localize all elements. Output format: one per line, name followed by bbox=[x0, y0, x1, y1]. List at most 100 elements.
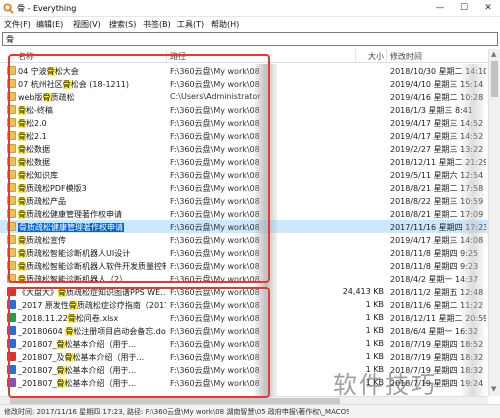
word-file-icon bbox=[7, 326, 16, 335]
list-item[interactable]: 04 宁波骨松大会 F:\360云盘\My work\08 2018/10/30 星… bbox=[0, 64, 488, 77]
maximize-button[interactable]: ☐ bbox=[452, 0, 476, 17]
status-text: 修改时间: 2017/11/16 星期四 17:23, 路径: F:\360云盘… bbox=[4, 408, 349, 416]
list-item[interactable]: 骨松-终稿 F:\360云盘\My work\08 2018/1/3 星期三 8:4… bbox=[0, 103, 488, 116]
search-match-highlight: 骨 bbox=[18, 275, 26, 284]
list-item[interactable]: 骨松2.1 F:\360云盘\My work\08 2019/4/17 星期三 14… bbox=[0, 129, 488, 142]
file-name: _201807_骨松基本介绍（用于... bbox=[18, 379, 137, 388]
list-item[interactable]: 《大盘大》骨质疏松症知识图谱PPS WE... F:\360云盘\My work\… bbox=[0, 285, 488, 298]
folder-icon bbox=[7, 248, 16, 257]
file-name: _20180604 骨松注册项目启动会备忘.docx bbox=[18, 327, 166, 336]
search-match-highlight: 骨 bbox=[18, 145, 26, 154]
privacy-blur bbox=[462, 64, 484, 396]
list-item[interactable]: _20180604 骨松注册项目启动会备忘.docx F:\360云盘\My wo… bbox=[0, 324, 488, 337]
close-button[interactable]: ✕ bbox=[476, 0, 500, 17]
folder-icon bbox=[7, 157, 16, 166]
list-item[interactable]: 骨松2.0 F:\360云盘\My work\08 2019/4/17 星期三 14… bbox=[0, 116, 488, 129]
search-match-highlight: 骨 bbox=[18, 106, 26, 115]
search-match-highlight: 骨 bbox=[56, 340, 65, 349]
menu-edit[interactable]: 编辑(E) bbox=[36, 19, 63, 30]
search-box[interactable]: 骨 bbox=[2, 32, 498, 46]
file-name: _2018.11.22骨松问卷.xlsx bbox=[18, 314, 119, 323]
menu-file[interactable]: 文件(F) bbox=[4, 19, 31, 30]
list-item[interactable]: _201807_及骨松基本介绍（用于... F:\360云盘\My work\08… bbox=[0, 350, 488, 363]
folder-icon bbox=[7, 66, 16, 75]
menu-tools[interactable]: 工具(T) bbox=[177, 19, 204, 30]
search-match-highlight: 骨 bbox=[64, 353, 73, 362]
menu-bookmarks[interactable]: 书签(B) bbox=[143, 19, 171, 30]
window-title: 骨 - Everything bbox=[17, 4, 77, 13]
menu-view[interactable]: 视图(V) bbox=[73, 19, 101, 30]
search-match-highlight: 骨 bbox=[18, 158, 26, 167]
column-date-modified[interactable]: 修改时间 bbox=[390, 51, 422, 62]
search-match-highlight: 骨 bbox=[18, 184, 26, 193]
archive-file-icon bbox=[7, 378, 16, 387]
list-item[interactable]: _201807_骨松基本介绍（用于... F:\360云盘\My work\08 1… bbox=[0, 337, 488, 350]
search-match-highlight: 骨 bbox=[18, 236, 26, 245]
folder-icon bbox=[7, 274, 16, 283]
file-name: 骨质疏松PDF模版3 bbox=[18, 184, 87, 193]
list-item[interactable]: 骨松数据 F:\360云盘\My work\08 2019/2/27 星期三 13:… bbox=[0, 142, 488, 155]
list-item-selected[interactable]: 骨质疏松健康管理著作权申请 F:\360云盘\My work\08 2017/11/… bbox=[0, 220, 488, 233]
column-size[interactable]: 大小 bbox=[368, 51, 384, 62]
search-match-highlight: 骨 bbox=[67, 314, 76, 323]
list-item[interactable]: 骨质疏松PDF模版3 F:\360云盘\My work\08 2018/8/21 星… bbox=[0, 181, 488, 194]
file-name: web版骨质疏松 bbox=[18, 93, 75, 102]
list-item[interactable]: _2018.11.22骨松问卷.xlsx F:\360云盘\My work\08 1… bbox=[0, 311, 488, 324]
status-bar: 修改时间: 2017/11/16 星期四 17:23, 路径: F:\360云盘… bbox=[0, 404, 500, 418]
folder-icon bbox=[7, 92, 16, 101]
list-item[interactable]: _2017 原发性骨质疏松症诊疗指南（2017...F:\360云盘\My wo… bbox=[0, 298, 488, 311]
column-divider[interactable] bbox=[386, 49, 387, 62]
word-file-icon bbox=[7, 339, 16, 348]
file-name: 骨质疏松产品 bbox=[18, 197, 66, 206]
list-item[interactable]: 骨质疏松智能诊断机器人（2） F:\360云盘\My work\08 2018/4/… bbox=[0, 272, 488, 285]
file-name: 《大盘大》骨质疏松症知识图谱PPS WE... bbox=[18, 288, 166, 297]
title-bar: 骨 - Everything — ☐ ✕ bbox=[0, 0, 500, 17]
list-item[interactable]: 骨松知识库 F:\360云盘\My work\08 2019/5/11 星期六 12… bbox=[0, 168, 488, 181]
word-file-icon bbox=[7, 300, 16, 309]
column-name[interactable]: 名称 bbox=[18, 51, 34, 62]
results-list: 04 宁波骨松大会 F:\360云盘\My work\08 2018/10/30 星… bbox=[0, 64, 488, 396]
search-input[interactable]: 骨 bbox=[6, 34, 14, 45]
list-item[interactable]: 07 杭州社区骨松会 (18-1211) F:\360云盘\My work\08 2… bbox=[0, 77, 488, 90]
vertical-scrollbar[interactable]: ▲ ▼ bbox=[488, 49, 500, 396]
privacy-blur bbox=[255, 64, 277, 396]
file-name: 骨松-终稿 bbox=[18, 106, 53, 115]
list-item[interactable]: 骨质疏松智能诊断机器人软件开发质量控制 F:\360云盘\My work\08 20… bbox=[0, 259, 488, 272]
minimize-button[interactable]: — bbox=[428, 0, 452, 17]
scroll-up-icon[interactable]: ▲ bbox=[491, 50, 496, 58]
file-size: 1 KB bbox=[365, 339, 384, 348]
watermark: 软件技巧 bbox=[333, 371, 437, 399]
folder-icon bbox=[7, 196, 16, 205]
list-item[interactable]: 骨质疏松宣传 F:\360云盘\My work\08 2019/4/17 星期三 1… bbox=[0, 233, 488, 246]
folder-icon bbox=[7, 170, 16, 179]
file-name: 骨质疏松智能诊断机器人UI设计 bbox=[18, 249, 131, 258]
list-item[interactable]: 骨质疏松健康管理著作权申请 F:\360云盘\My work\08 2018/8/2… bbox=[0, 207, 488, 220]
search-match-highlight: 骨 bbox=[56, 379, 65, 388]
list-item[interactable]: 骨松数据 F:\360云盘\My work\08 2018/12/11 星期二 21… bbox=[0, 155, 488, 168]
file-name: 骨质疏松健康管理著作权申请 bbox=[18, 210, 122, 219]
file-name-selected: 骨质疏松健康管理著作权申请 bbox=[18, 223, 124, 232]
folder-icon bbox=[7, 222, 16, 231]
file-name: _201807_及骨松基本介绍（用于... bbox=[18, 353, 145, 362]
column-path[interactable]: 路径 bbox=[170, 51, 186, 62]
file-name: _201807_骨松基本介绍（用于... bbox=[18, 366, 137, 375]
menu-help[interactable]: 帮助(H) bbox=[211, 19, 239, 30]
list-item[interactable]: web版骨质疏松 C:\Users\Administrator 2019/4/16 … bbox=[0, 90, 488, 103]
search-match-highlight: 骨 bbox=[65, 327, 74, 336]
folder-icon bbox=[7, 144, 16, 153]
column-divider[interactable] bbox=[355, 49, 356, 62]
scrollbar-thumb[interactable] bbox=[491, 61, 498, 97]
word-file-icon bbox=[7, 365, 16, 374]
folder-icon bbox=[7, 183, 16, 192]
column-divider[interactable] bbox=[166, 49, 167, 62]
search-match-highlight: 骨 bbox=[18, 249, 26, 258]
scroll-down-icon[interactable]: ▼ bbox=[491, 385, 496, 393]
search-match-highlight: 骨 bbox=[18, 132, 26, 141]
menu-search[interactable]: 搜索(S) bbox=[109, 19, 136, 30]
file-name: 07 杭州社区骨松会 (18-1211) bbox=[18, 80, 129, 89]
list-item[interactable]: 骨质疏松产品 F:\360云盘\My work\08 2018/8/22 星期三 1… bbox=[0, 194, 488, 207]
list-item[interactable]: 骨质疏松智能诊断机器人UI设计 F:\360云盘\My work\08 2018/1… bbox=[0, 246, 488, 259]
file-name: 骨松数据 bbox=[18, 158, 50, 167]
file-name: 骨质疏松智能诊断机器人软件开发质量控制 bbox=[18, 262, 166, 271]
search-match-highlight: 骨 bbox=[42, 93, 51, 102]
